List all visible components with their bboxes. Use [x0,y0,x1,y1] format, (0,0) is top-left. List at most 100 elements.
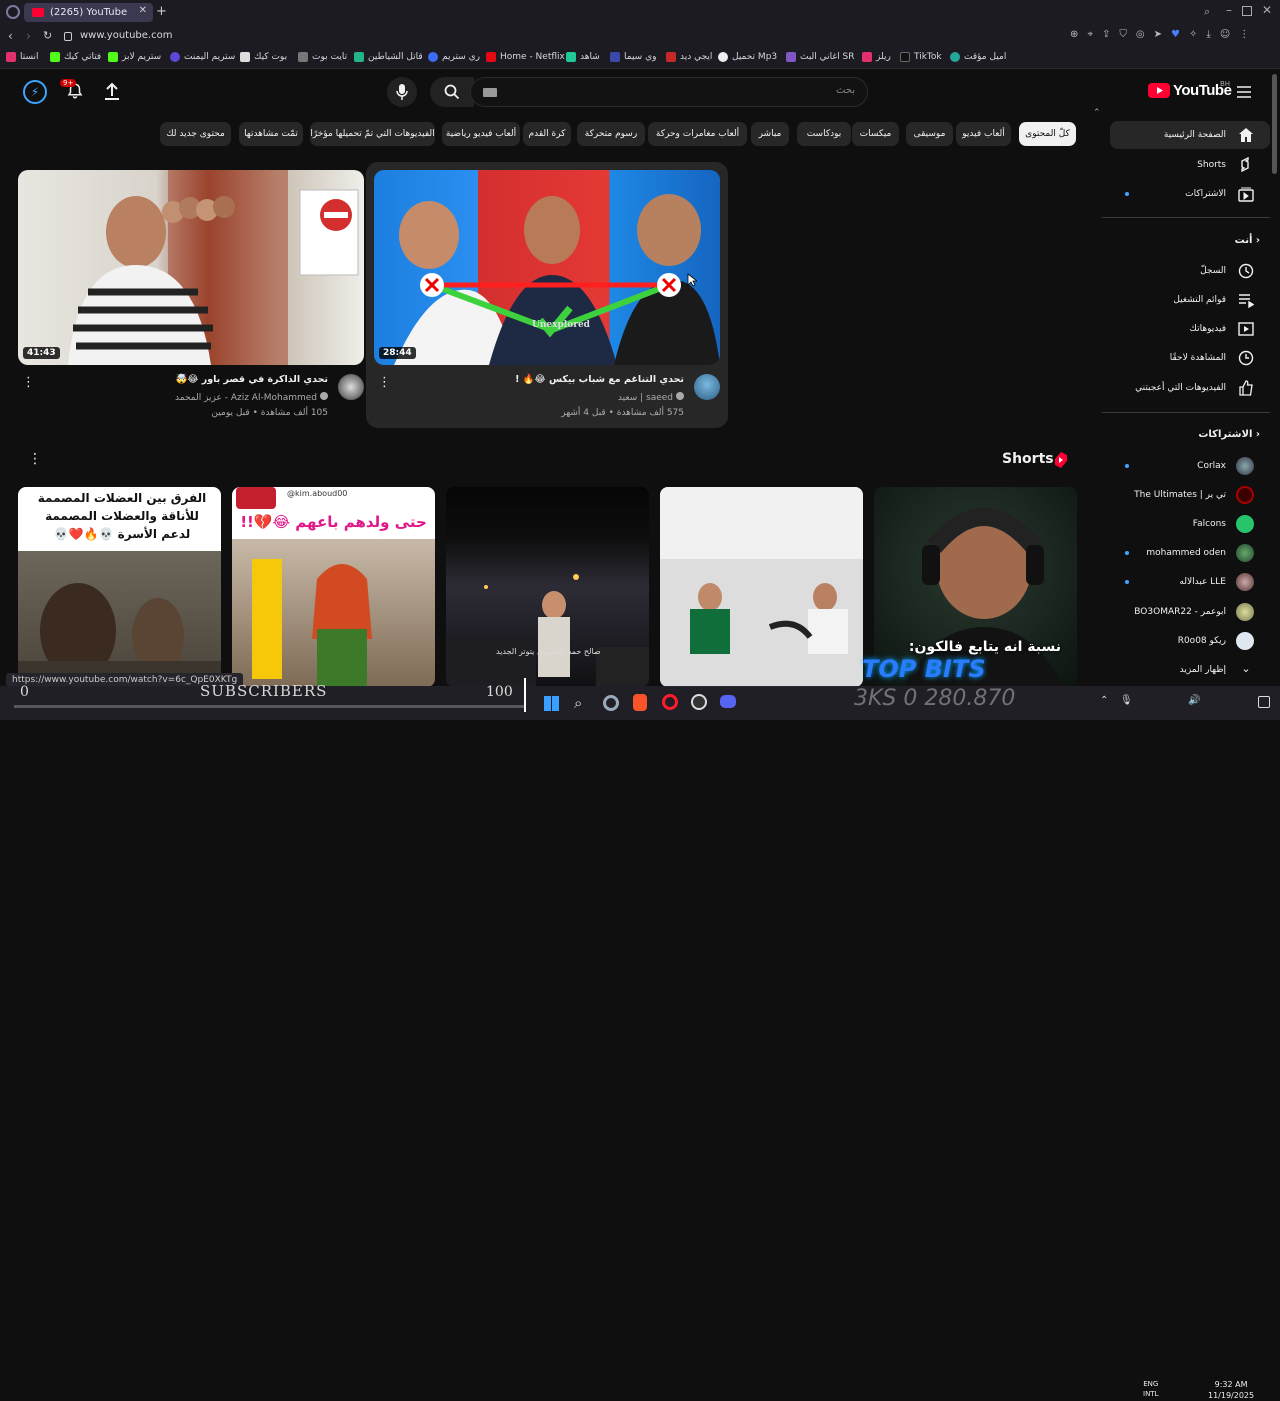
bookmark-item[interactable]: اميل مؤقت [950,52,1006,62]
chip-all[interactable]: كلّ المحتوى [1019,122,1076,146]
chip[interactable]: موسيقى [906,122,953,146]
chip[interactable]: ألعاب فيديو [956,122,1011,146]
taskbar-search-icon[interactable]: ⌕ [574,694,582,712]
chip[interactable]: بودكاست [797,122,851,146]
bookmark-item[interactable]: Home - Netflix [486,52,565,62]
bookmark-item[interactable]: تحميل Mp3 [718,52,777,62]
chip[interactable]: ميكسات [852,122,899,146]
short-card[interactable]: صالح حمد الحجيري يتوتر الجديد [446,487,649,687]
opera-icon[interactable] [662,694,678,710]
tab-close-icon[interactable]: ✕ [139,5,147,16]
sidebar-item-watch-later[interactable]: المشاهدة لاحقًا [1110,344,1270,372]
opera-menu-icon[interactable] [6,5,20,19]
bookmark-item[interactable]: بوت كيك [240,52,287,62]
chip[interactable]: الفيديوهات التي تمّ تحميلها مؤخرًا [310,122,435,146]
sidebar-item-your-videos[interactable]: فيديوهاتك [1110,315,1270,343]
bookmark-item[interactable]: ريلز [862,52,891,62]
subscriptions-heading[interactable]: الاشتراكات › [1198,429,1260,440]
bookmark-item[interactable]: تايت بوت [298,52,347,62]
notifications-button[interactable]: 9+ [60,79,84,100]
subscription-item[interactable]: Falcons [1110,510,1270,538]
bookmark-item[interactable]: شاهد [566,52,600,62]
browser-tab[interactable]: (2265) YouTube ✕ [24,3,153,22]
video-menu-icon[interactable]: ⋮ [378,375,391,390]
hamburger-menu-button[interactable] [1237,86,1251,98]
bookmark-item[interactable]: ستريم لابز [108,52,161,62]
video-thumbnail[interactable]: 41:43 [18,170,364,365]
bookmark-item[interactable]: ري ستريم [428,52,480,62]
close-window-button[interactable]: ✕ [1262,3,1272,17]
sidebar-item-home[interactable]: الصفحة الرئيسية [1110,121,1270,149]
minimize-button[interactable]: – [1226,3,1232,17]
channel-name[interactable]: Aziz Al-Mohammed - عزيز المحمد [175,392,328,403]
channel-avatar[interactable] [338,374,364,400]
bookmark-item[interactable]: ايجي ديد [666,52,712,62]
video-title[interactable]: تحدي الذاكرة في قصر باور 😂🤯 [175,374,328,385]
chip[interactable]: ألعاب فيديو رياضية [442,122,520,146]
video-thumbnail[interactable]: Unexplored 28:44 [374,170,720,365]
snapshot-icon[interactable]: ◎ [1136,29,1145,40]
brave-icon[interactable] [633,694,647,711]
windows-start-icon[interactable] [544,696,559,711]
input-language[interactable]: ENG INTL [1143,1379,1158,1399]
taskbar-clock[interactable]: 9:32 AM 11/19/2025 [1208,1379,1254,1401]
video-menu-icon[interactable]: ⋮ [22,375,35,390]
extension-bolt-button[interactable]: ⚡ [23,80,47,104]
shield-icon[interactable]: ⛉ [1119,29,1127,40]
bookmark-item[interactable]: فتاتي كيك [50,52,101,62]
new-tab-button[interactable]: + [156,4,167,19]
subscription-item[interactable]: mohammed oden [1110,539,1270,567]
subscription-item[interactable]: BO3OMAR22 - ابوعمر [1110,598,1270,626]
search-input[interactable]: بحث [470,77,868,107]
reload-icon[interactable]: ↻ [43,29,52,42]
chip[interactable]: تمّت مشاهدتها [239,122,303,146]
you-heading[interactable]: أنت › [1235,235,1260,246]
profile-icon[interactable]: ☺ [1220,29,1230,40]
obs-icon[interactable] [691,694,707,710]
chip[interactable]: رسوم متحركة [577,122,645,146]
zoom-icon[interactable]: ⊕ [1070,29,1078,40]
maximize-button[interactable] [1242,6,1252,16]
chip[interactable]: ألعاب مغامرات وحركة [648,122,747,146]
channel-name[interactable]: saeed | سعيد [618,392,684,403]
subscription-item[interactable]: عبدالاله LLE [1110,568,1270,596]
chip[interactable]: محتوى جديد لك [160,122,231,146]
subscription-item[interactable]: Corlax [1110,452,1270,480]
send-icon[interactable]: ➤ [1154,29,1162,40]
sidebar-item-history[interactable]: السجلّ [1110,257,1270,285]
chip[interactable]: مباشر [751,122,789,146]
subscription-item[interactable]: The Ultimates | تي ير [1110,481,1270,509]
channel-avatar[interactable] [694,374,720,400]
bookmark-item[interactable]: اغاني البث SR [786,52,854,62]
sidebar-scrollbar[interactable] [1272,74,1277,174]
url-field[interactable]: www.youtube.com [80,30,172,41]
show-more-button[interactable]: إظهار المزيد ⌄ [1110,656,1270,684]
short-card[interactable]: @kim.aboud00 حتى ولدهم باعهم 😂💔!! [232,487,435,687]
keyboard-icon[interactable] [483,88,497,97]
bookmark-item[interactable]: قاتل الشياطين [354,52,423,62]
bookmark-item[interactable]: وي سيما [610,52,656,62]
short-card[interactable] [660,487,863,687]
share-icon[interactable]: ⇪ [1102,29,1110,40]
subscription-item[interactable]: R0o08 ريكو [1110,627,1270,655]
shorts-menu-icon[interactable]: ⋮ [28,451,42,467]
search-tabs-icon[interactable]: ⌕ [1204,5,1210,19]
voice-search-button[interactable] [387,77,417,107]
tray-chevron-icon[interactable]: ⌃ [1100,695,1108,706]
sidebar-item-subscriptions[interactable]: الاشتراكات [1110,180,1270,208]
youtube-logo[interactable]: YouTube [1148,82,1232,99]
bookmark-item[interactable]: ستريم اليمنت [170,52,235,62]
forward-icon[interactable]: › [26,29,31,43]
microphone-tray-icon[interactable]: 🎙 [1120,695,1133,706]
discord-icon[interactable] [720,695,736,708]
menu-icon[interactable]: ⋮ [1239,29,1249,40]
puzzle-icon[interactable]: ✧ [1189,29,1197,40]
speaker-icon[interactable]: 🔊 [1188,695,1200,706]
taskbar-app-icon[interactable] [603,695,619,711]
heart-icon[interactable]: ♥ [1171,29,1180,40]
sidebar-item-playlists[interactable]: قوائم التشغيل [1110,286,1270,314]
back-icon[interactable]: ‹ [8,29,13,43]
bookmark-item[interactable]: انستا [6,52,39,62]
search-button[interactable] [430,77,474,107]
notification-center-icon[interactable] [1258,696,1270,708]
